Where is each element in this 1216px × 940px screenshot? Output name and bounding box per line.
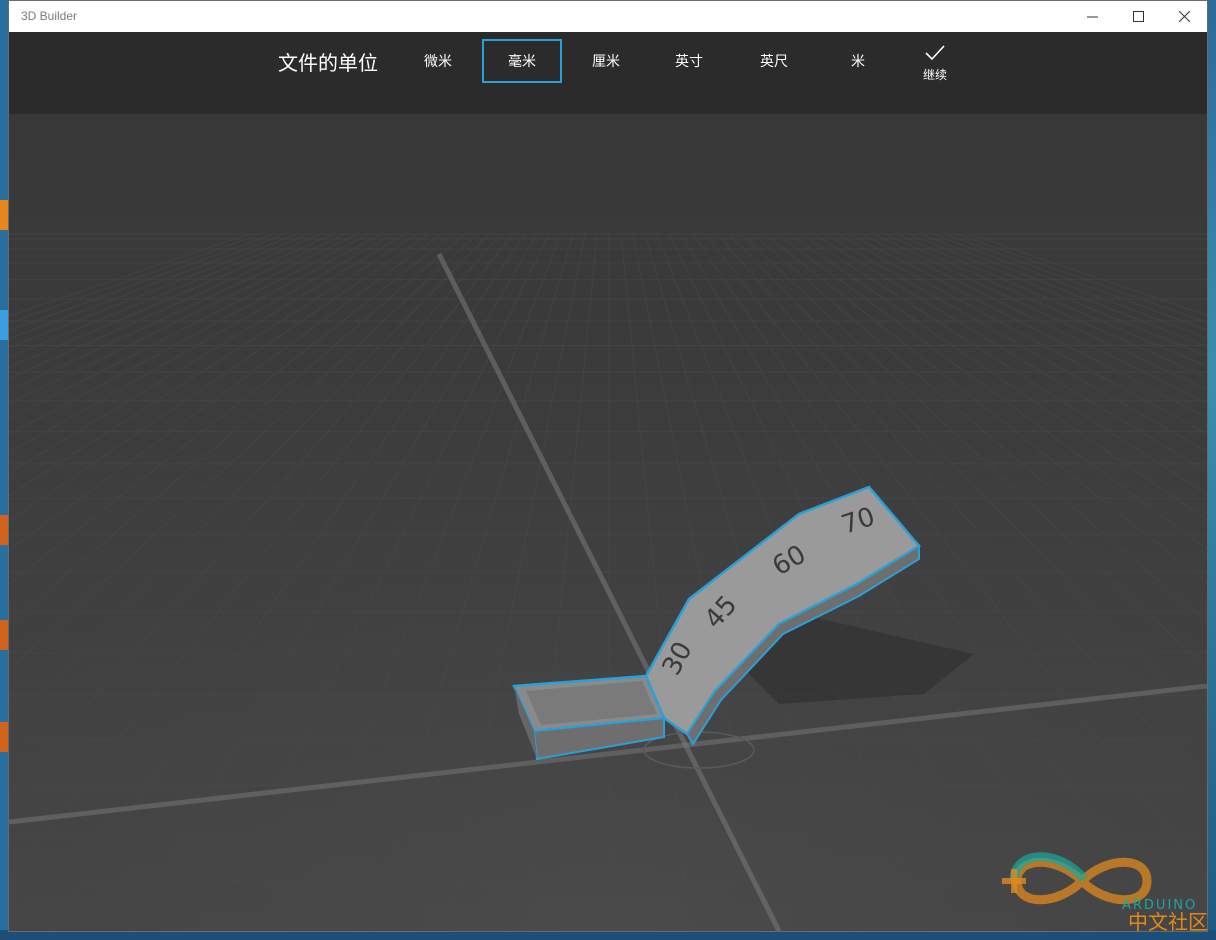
close-icon — [1178, 11, 1190, 22]
units-toolbar: 文件的单位 微米 毫米 厘米 英寸 英尺 米 继续 — [9, 32, 1207, 114]
unit-inch-button[interactable]: 英寸 — [649, 39, 729, 83]
3d-scene: 30 45 60 70 — [9, 114, 1207, 931]
maximize-icon — [1132, 11, 1144, 22]
title-bar: 3D Builder — [9, 1, 1207, 32]
watermark-text: 中文社区 — [1128, 910, 1207, 931]
close-button[interactable] — [1161, 1, 1207, 32]
arduino-logo-icon — [1012, 857, 1152, 905]
desktop-icon[interactable] — [0, 620, 8, 650]
arduino-watermark: ARDUINO 中文社区 — [1002, 852, 1207, 931]
unit-centimeter-button[interactable]: 厘米 — [566, 39, 646, 83]
floor-glow — [9, 234, 1207, 931]
unit-label: 微米 — [424, 54, 452, 70]
desktop-icon[interactable] — [0, 722, 8, 752]
unit-label: 英尺 — [760, 54, 788, 70]
unit-foot-button[interactable]: 英尺 — [734, 39, 814, 83]
desktop-background-right — [1208, 0, 1216, 940]
unit-label: 毫米 — [508, 54, 536, 70]
maximize-button[interactable] — [1115, 1, 1161, 32]
app-title: 3D Builder — [21, 9, 78, 23]
minimize-icon — [1086, 16, 1098, 18]
continue-label: 继续 — [922, 68, 947, 82]
checkmark-icon — [925, 45, 945, 61]
desktop-icon[interactable] — [0, 515, 8, 545]
units-label: 文件的单位 — [278, 51, 378, 75]
continue-button[interactable]: 继续 — [913, 44, 957, 90]
minimize-button[interactable] — [1069, 1, 1115, 32]
unit-millimeter-button[interactable]: 毫米 — [482, 39, 562, 83]
unit-label: 英寸 — [675, 54, 703, 70]
unit-label: 米 — [851, 54, 865, 70]
3d-viewport[interactable]: 30 45 60 70 — [9, 114, 1207, 931]
unit-meter-button[interactable]: 米 — [818, 39, 898, 83]
unit-label: 厘米 — [592, 54, 620, 70]
plus-icon-vertical — [1011, 869, 1017, 893]
desktop-icon[interactable] — [0, 200, 8, 230]
app-window: 3D Builder 文件的单位 微米 毫米 厘米 英寸 英尺 米 继续 30 … — [8, 0, 1208, 932]
desktop-background-left — [0, 0, 8, 940]
unit-micrometer-button[interactable]: 微米 — [398, 39, 478, 83]
desktop-icon[interactable] — [0, 310, 8, 340]
